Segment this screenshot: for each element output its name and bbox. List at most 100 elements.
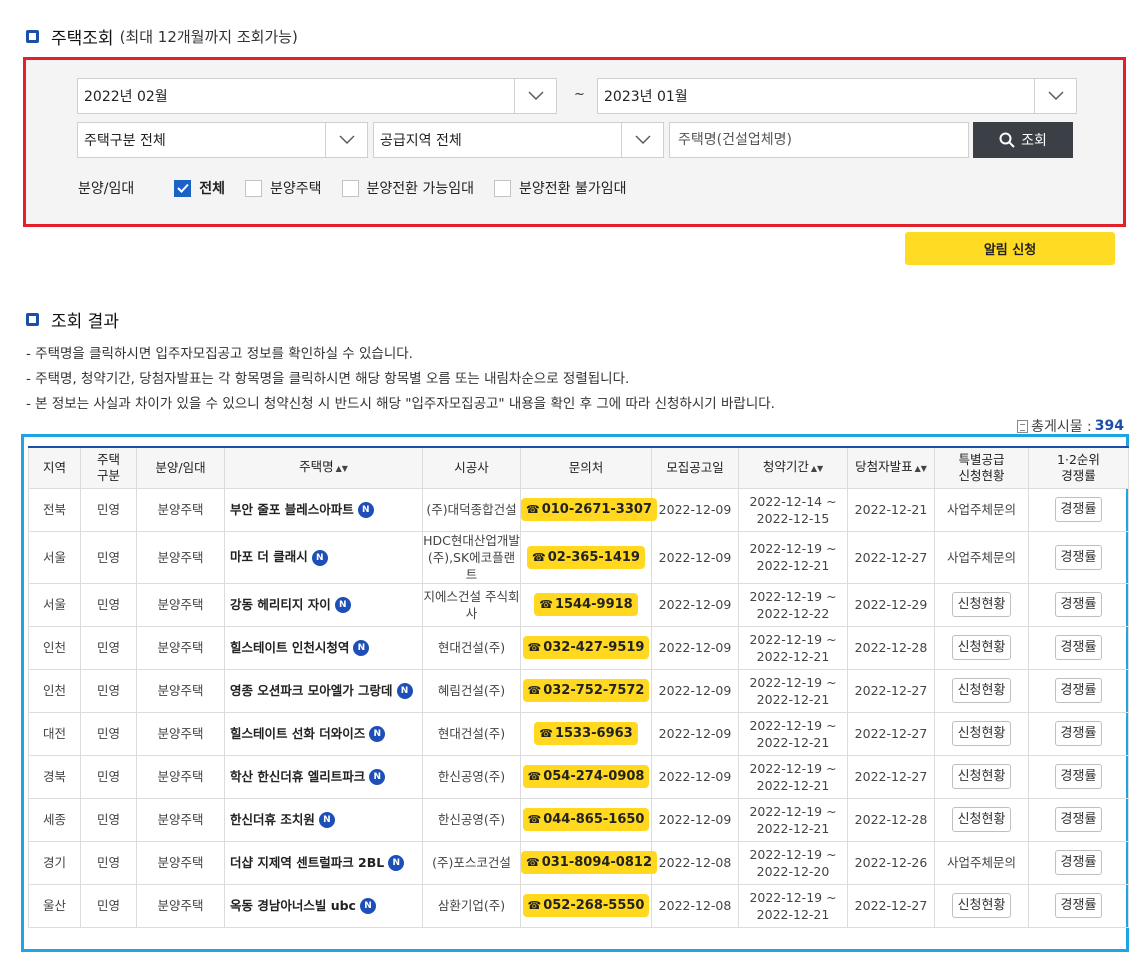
table-row: 인천 민영 분양주택 힐스테이트 인천시청역 N 현대건설(주) ☎ 032-427… [28, 625, 1129, 670]
checkbox-empty-icon[interactable] [494, 179, 512, 197]
special-status-button[interactable]: 신청현황 [951, 635, 1012, 660]
checkbox-empty-icon[interactable] [341, 179, 359, 197]
cell-house-name[interactable]: 힐스테이트 선화 더와이즈 N [224, 711, 423, 756]
phone-number: 052-268-5550 [543, 898, 645, 913]
phone-badge[interactable]: ☎ 054-274-0908 [522, 765, 650, 788]
checkbox-checked-icon[interactable] [174, 179, 192, 197]
period-text: 2022-12-14 ~ 2022-12-15 [749, 493, 837, 526]
competition-button[interactable]: 경쟁률 [1054, 850, 1103, 875]
new-badge-icon: N [369, 726, 386, 743]
builder-name: 지에스건설 주식회사 [423, 588, 520, 621]
checkbox-convertible-rental[interactable]: 분양전환 가능임대 [341, 178, 475, 198]
phone-badge[interactable]: ☎ 1544-9918 [534, 593, 638, 616]
chevron-down-icon[interactable] [1034, 79, 1076, 113]
chevron-down-icon[interactable] [621, 123, 663, 157]
phone-badge[interactable]: ☎ 032-427-9519 [522, 636, 650, 659]
sort-icon[interactable]: ▲▼ [915, 464, 927, 473]
special-status-button[interactable]: 신청현황 [951, 592, 1012, 617]
cell-winner-date: 2022-12-21 [847, 487, 935, 532]
checkbox-all[interactable]: 전체 [174, 178, 225, 198]
cell-house-name[interactable]: 힐스테이트 인천시청역 N [224, 625, 423, 670]
cell-sale-rent: 분양주택 [136, 840, 225, 885]
phone-icon: ☎ [539, 727, 553, 740]
col-period[interactable]: 청약기간 ▲▼ [738, 446, 848, 489]
special-status-button[interactable]: 신청현황 [951, 721, 1012, 746]
house-name-link[interactable]: 강동 헤리티지 자이 [230, 597, 331, 612]
house-name-link[interactable]: 더샵 지제역 센트럴파크 2BL [230, 855, 384, 870]
special-status-button[interactable]: 신청현황 [951, 893, 1012, 918]
cell-builder: (주)포스코건설 [422, 840, 521, 885]
competition-button[interactable]: 경쟁률 [1054, 764, 1103, 789]
competition-button[interactable]: 경쟁률 [1054, 807, 1103, 832]
checkbox-sale-housing-label: 분양주택 [270, 181, 322, 197]
col-winner-date[interactable]: 당첨자발표 ▲▼ [847, 446, 935, 489]
search-button[interactable]: 조회 [973, 122, 1073, 158]
phone-badge[interactable]: ☎ 052-268-5550 [522, 894, 650, 917]
cell-house-name[interactable]: 옥동 경남아너스빌 ubc N [224, 883, 423, 928]
competition-button[interactable]: 경쟁률 [1054, 721, 1103, 746]
house-name-link[interactable]: 학산 한신더휴 엘리트파크 [230, 769, 365, 784]
competition-button[interactable]: 경쟁률 [1054, 893, 1103, 918]
house-name-link[interactable]: 부안 줄포 블레스아파트 [230, 502, 354, 517]
competition-button[interactable]: 경쟁률 [1054, 497, 1103, 522]
house-name-link[interactable]: 힐스테이트 선화 더와이즈 [230, 726, 365, 741]
checkbox-nonconvertible-rental[interactable]: 분양전환 불가임대 [494, 178, 627, 198]
col-house-name[interactable]: 주택명 ▲▼ [224, 446, 423, 489]
checkbox-sale-housing[interactable]: 분양주택 [245, 178, 322, 198]
house-type-select[interactable]: 주택구분 전체 [77, 122, 368, 158]
cell-house-name[interactable]: 부안 줄포 블레스아파트 N [224, 487, 423, 532]
chevron-down-icon[interactable] [325, 123, 367, 157]
house-name-link[interactable]: 마포 더 클래시 [230, 549, 308, 564]
phone-badge[interactable]: ☎ 031-8094-0812 [521, 851, 657, 874]
cell-period: 2022-12-19 ~ 2022-12-21 [738, 530, 848, 584]
cell-house-name[interactable]: 마포 더 클래시 N [224, 530, 423, 584]
special-status-button[interactable]: 신청현황 [951, 764, 1012, 789]
phone-badge[interactable]: ☎ 032-752-7572 [522, 679, 650, 702]
house-name-input[interactable] [669, 122, 969, 158]
phone-badge[interactable]: ☎ 010-2671-3307 [521, 498, 657, 521]
phone-icon: ☎ [527, 641, 542, 654]
checkbox-convertible-rental-label: 분양전환 가능임대 [366, 181, 475, 197]
result-section-title: 조회 결과 [51, 312, 119, 332]
builder-name: 한신공영(주) [437, 812, 506, 827]
cell-house-name[interactable]: 강동 헤리티지 자이 N [224, 582, 423, 627]
cell-house-name[interactable]: 더샵 지제역 센트럴파크 2BL N [224, 840, 423, 885]
builder-name: 현대건설(주) [437, 726, 506, 741]
phone-icon: ☎ [526, 503, 540, 516]
sort-icon[interactable]: ▲▼ [336, 464, 348, 473]
house-name-link[interactable]: 영종 오션파크 모아엘가 그랑데 [230, 683, 393, 698]
search-icon [999, 132, 1015, 148]
alert-subscribe-button[interactable]: 알림 신청 [905, 232, 1115, 265]
cell-special-supply: 사업주체문의 [934, 840, 1029, 885]
end-month-select[interactable]: 2023년 01월 [597, 78, 1077, 114]
period-text: 2022-12-19 ~ 2022-12-21 [749, 889, 837, 922]
competition-button[interactable]: 경쟁률 [1054, 544, 1103, 570]
cell-contact: ☎ 1544-9918 [520, 582, 652, 627]
competition-button[interactable]: 경쟁률 [1054, 678, 1103, 703]
competition-button[interactable]: 경쟁률 [1054, 592, 1103, 617]
house-name-link[interactable]: 옥동 경남아너스빌 ubc [230, 898, 356, 913]
phone-badge[interactable]: ☎ 044-865-1650 [522, 808, 650, 831]
phone-badge[interactable]: ☎ 1533-6963 [534, 722, 638, 745]
special-status-button[interactable]: 신청현황 [951, 678, 1012, 703]
cell-builder: 지에스건설 주식회사 [422, 582, 521, 627]
house-name-link[interactable]: 힐스테이트 인천시청역 [230, 640, 349, 655]
sort-icon[interactable]: ▲▼ [811, 464, 823, 473]
note-line: - 주택명, 청약기간, 당첨자발표는 각 항목명을 클릭하시면 해당 항목별 … [26, 371, 630, 387]
competition-button[interactable]: 경쟁률 [1054, 635, 1103, 660]
cell-house-name[interactable]: 학산 한신더휴 엘리트파크 N [224, 754, 423, 799]
phone-badge[interactable]: ☎ 02-365-1419 [527, 545, 645, 569]
cell-house-name[interactable]: 한신더휴 조치원 N [224, 797, 423, 842]
cell-builder: 현대건설(주) [422, 711, 521, 756]
start-month-select[interactable]: 2022년 02월 [77, 78, 557, 114]
cell-winner-date: 2022-12-27 [847, 883, 935, 928]
region-select[interactable]: 공급지역 전체 [373, 122, 664, 158]
checkbox-empty-icon[interactable] [245, 179, 263, 197]
col-house-type-label: 주택 구분 [96, 451, 120, 483]
house-name-link[interactable]: 한신더휴 조치원 [230, 812, 315, 827]
col-special-supply: 특별공급 신청현황 [934, 446, 1029, 489]
chevron-down-icon[interactable] [514, 79, 556, 113]
special-status-button[interactable]: 신청현황 [951, 807, 1012, 832]
col-house-name-label: 주택명 [299, 458, 334, 474]
cell-house-name[interactable]: 영종 오션파크 모아엘가 그랑데 N [224, 668, 423, 713]
